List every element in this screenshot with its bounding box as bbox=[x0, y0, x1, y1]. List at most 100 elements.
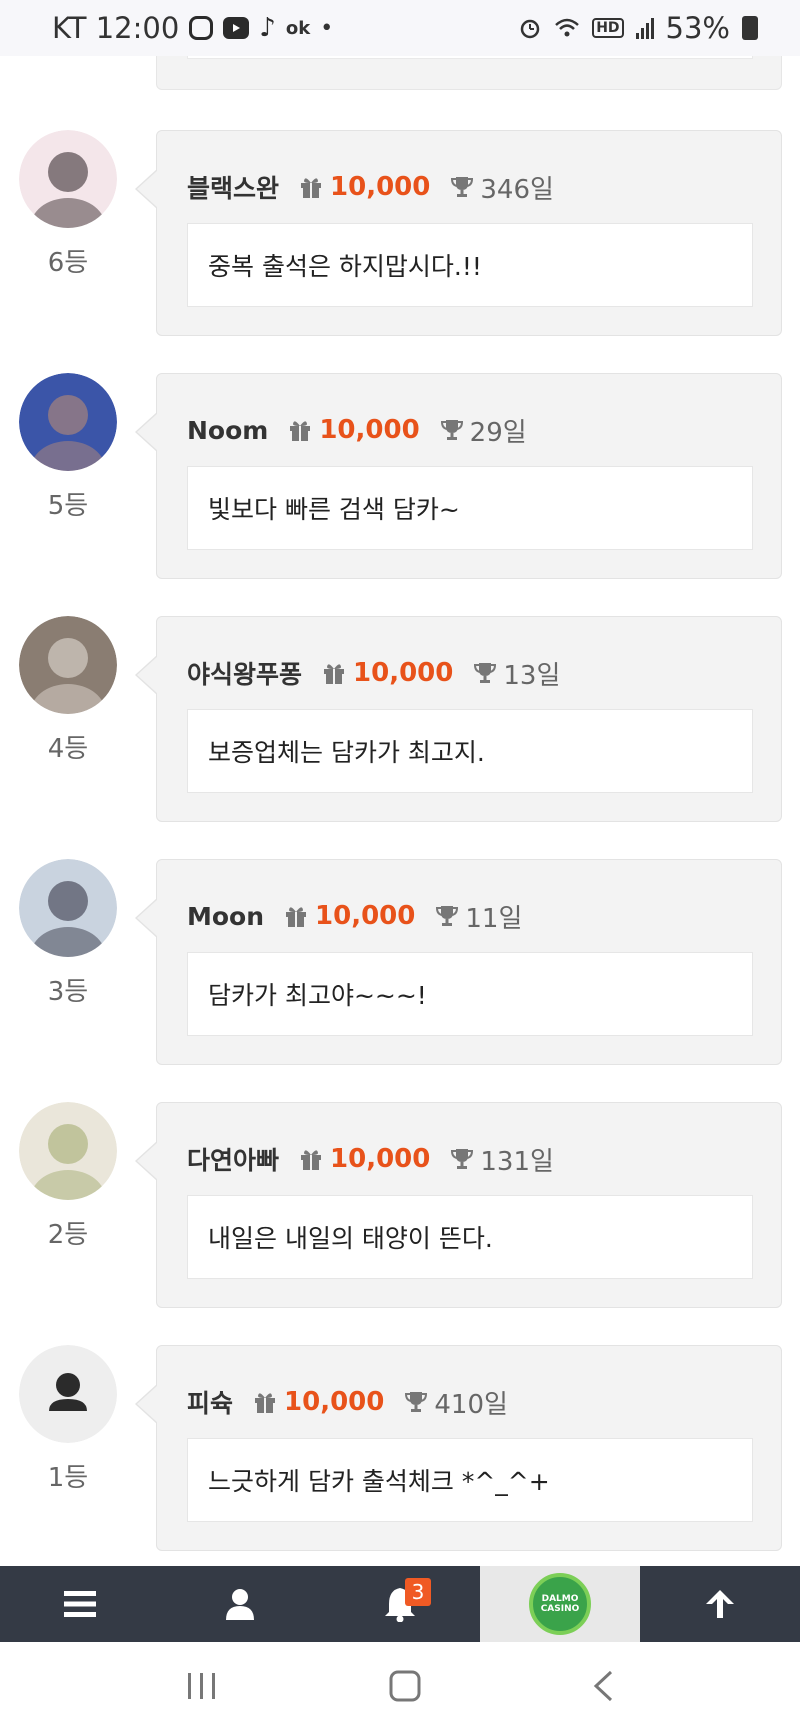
arrow-up-icon bbox=[706, 1590, 734, 1618]
battery-percent: 53% bbox=[665, 11, 730, 45]
comment-message: 빛보다 빠른 검색 담카~ bbox=[187, 466, 753, 550]
scroll-top-button[interactable] bbox=[640, 1566, 800, 1642]
signal-icon bbox=[635, 17, 654, 39]
rank-label: 5등 bbox=[47, 491, 89, 521]
days-value: 410일 bbox=[434, 1389, 508, 1420]
comment-card: Noom 10,000 29일 빛보다 빠른 검색 담카~ bbox=[135, 373, 782, 579]
home-icon bbox=[389, 1670, 421, 1702]
trophy-icon bbox=[451, 177, 474, 197]
points-value: 10,000 bbox=[319, 415, 420, 445]
logo-text-line-2: CASINO bbox=[540, 1604, 580, 1614]
nickname[interactable]: Noom bbox=[187, 416, 268, 445]
menu-button[interactable] bbox=[0, 1566, 160, 1642]
bottom-nav: 3 DALMO CASINO bbox=[0, 1566, 800, 1642]
user-icon bbox=[226, 1589, 254, 1620]
gift-icon bbox=[286, 907, 307, 927]
attendance-entry: 4등 야식왕푸퐁 10,000 13일 보증업체는 담카가 최고지. bbox=[0, 616, 800, 822]
youtube-icon bbox=[223, 17, 250, 39]
attendance-days: 410일 bbox=[404, 1384, 508, 1421]
entry-meta: 야식왕푸퐁 10,000 13일 bbox=[187, 653, 560, 693]
casino-logo-button[interactable]: DALMO CASINO bbox=[480, 1566, 640, 1642]
days-value: 131일 bbox=[480, 1146, 554, 1177]
nickname[interactable]: 블랙스완 bbox=[187, 169, 279, 205]
points-value: 10,000 bbox=[353, 658, 454, 688]
back-button[interactable] bbox=[591, 1669, 615, 1707]
home-button[interactable] bbox=[388, 1669, 422, 1707]
days-value: 29일 bbox=[469, 417, 527, 448]
profile-button[interactable] bbox=[160, 1566, 320, 1642]
comment-card: 다연아빠 10,000 131일 내일은 내일의 태양이 뜬다. bbox=[135, 1102, 782, 1308]
points: 10,000 bbox=[288, 415, 420, 445]
comment-message: 보증업체는 담카가 최고지. bbox=[187, 709, 753, 793]
entry-meta: Noom 10,000 29일 bbox=[187, 410, 527, 450]
recents-icon bbox=[187, 1673, 215, 1699]
rank-label: 1등 bbox=[47, 1463, 89, 1493]
attendance-days: 11일 bbox=[435, 898, 522, 935]
alarm-icon bbox=[518, 16, 542, 40]
trophy-icon bbox=[474, 663, 497, 683]
default-user-avatar-icon bbox=[19, 1345, 117, 1443]
notifications-button[interactable]: 3 bbox=[320, 1566, 480, 1642]
notification-count-badge: 3 bbox=[405, 1578, 431, 1606]
comment-card: 블랙스완 10,000 346일 중복 출석은 하지맙시다.!! bbox=[135, 130, 782, 336]
carrier-time: KT 12:00 bbox=[52, 11, 180, 45]
comment-card: 야식왕푸퐁 10,000 13일 보증업체는 담카가 최고지. bbox=[135, 616, 782, 822]
gift-icon bbox=[301, 178, 322, 198]
comment-message: 담카가 최고야~~~! bbox=[187, 952, 753, 1036]
logo-text-line-1: DALMO bbox=[541, 1594, 579, 1604]
battery-icon bbox=[742, 16, 758, 40]
entry-meta: 피슉 10,000 410일 bbox=[187, 1382, 508, 1422]
entry-meta: Moon 10,000 11일 bbox=[187, 896, 522, 936]
trophy-icon bbox=[436, 906, 459, 926]
rank-label: 2등 bbox=[47, 1220, 89, 1250]
hd-voice-icon: HD bbox=[592, 18, 624, 38]
attendance-days: 29일 bbox=[440, 412, 527, 449]
gift-icon bbox=[290, 421, 311, 441]
user-avatar-icon bbox=[19, 373, 117, 471]
points: 10,000 bbox=[284, 901, 415, 931]
more-notifications-dot: • bbox=[320, 15, 334, 41]
avatar-column: 3등 bbox=[18, 859, 118, 1008]
hamburger-icon bbox=[64, 1591, 96, 1617]
user-avatar-icon bbox=[19, 130, 117, 228]
comment-message: 중복 출석은 하지맙시다.!! bbox=[187, 223, 753, 307]
avatar-column: 4등 bbox=[18, 616, 118, 765]
user-avatar-icon bbox=[19, 616, 117, 714]
points-value: 10,000 bbox=[284, 1387, 385, 1417]
rank-label: 6등 bbox=[47, 248, 89, 278]
points: 10,000 bbox=[299, 1144, 430, 1174]
nickname[interactable]: 피슉 bbox=[187, 1384, 233, 1420]
tiktok-icon: ♪ bbox=[259, 13, 276, 43]
avatar-column: 2등 bbox=[18, 1102, 118, 1251]
trophy-icon bbox=[451, 1149, 474, 1169]
points-value: 10,000 bbox=[330, 1144, 431, 1174]
status-bar: KT 12:00 ♪ ok • HD 53% bbox=[0, 0, 800, 56]
ok-icon: ok bbox=[285, 17, 311, 39]
trophy-icon bbox=[405, 1392, 428, 1412]
attendance-days: 13일 bbox=[473, 655, 560, 692]
attendance-entry: 2등 다연아빠 10,000 131일 내일은 내일의 태양이 뜬다. bbox=[0, 1102, 800, 1308]
recents-button[interactable] bbox=[185, 1671, 219, 1705]
user-avatar-icon bbox=[19, 1102, 117, 1200]
points: 10,000 bbox=[299, 172, 430, 202]
nickname[interactable]: 야식왕푸퐁 bbox=[187, 655, 302, 691]
days-value: 13일 bbox=[503, 660, 561, 691]
attendance-days: 346일 bbox=[450, 169, 554, 206]
rank-label: 3등 bbox=[47, 977, 89, 1007]
attendance-entry: 5등 Noom 10,000 29일 빛보다 빠른 검색 담카~ bbox=[0, 373, 800, 579]
attendance-entry: 3등 Moon 10,000 11일 담카가 최고야~~~! bbox=[0, 859, 800, 1065]
entry-meta: 블랙스완 10,000 346일 bbox=[187, 167, 554, 207]
system-nav-bar bbox=[0, 1642, 800, 1734]
nickname[interactable]: 다연아빠 bbox=[187, 1141, 279, 1177]
trophy-icon bbox=[440, 420, 463, 440]
user-avatar-icon bbox=[19, 859, 117, 957]
gift-icon bbox=[324, 664, 345, 684]
dalmo-casino-logo: DALMO CASINO bbox=[529, 1573, 591, 1635]
nickname[interactable]: Moon bbox=[187, 902, 264, 931]
days-value: 346일 bbox=[480, 174, 554, 205]
points-value: 10,000 bbox=[315, 901, 416, 931]
gift-icon bbox=[255, 1393, 276, 1413]
comment-message: 내일은 내일의 태양이 뜬다. bbox=[187, 1195, 753, 1279]
entry-meta: 다연아빠 10,000 131일 bbox=[187, 1139, 554, 1179]
attendance-entry: 1등 피슉 10,000 410일 느긋하게 담카 출석체크 *^_^+ bbox=[0, 1345, 800, 1551]
